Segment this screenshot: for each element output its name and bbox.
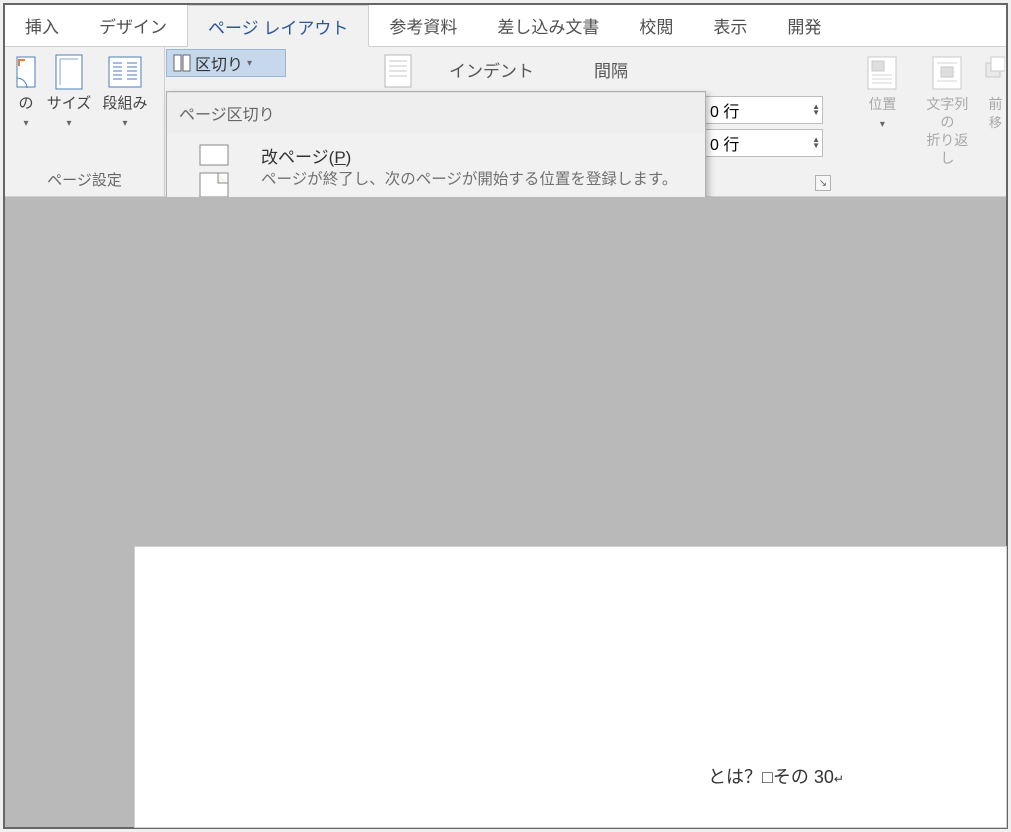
spacing-before-value: 0 行 <box>710 98 739 122</box>
tab-insert[interactable]: 挿入 <box>5 5 79 46</box>
page-break-title: 改ページ(P) <box>261 143 693 168</box>
page-setup-group: の▾ サイズ▾ 段組み▾ ページ設定 <box>5 47 165 196</box>
chevron-down-icon: ▾ <box>122 118 127 129</box>
wrap-text-icon <box>920 51 975 95</box>
ribbon-tabs: 挿入 デザイン ページ レイアウト 参考資料 差し込み文書 校閲 表示 開発 <box>5 5 1006 47</box>
tab-page-layout[interactable]: ページ レイアウト <box>187 5 369 47</box>
indent-label: インデント <box>449 57 534 82</box>
breaks-button[interactable]: 区切り ▾ <box>166 49 286 77</box>
wrap-text-label: 文字列の 折り返し <box>926 96 968 166</box>
page-setup-group-label: ページ設定 <box>11 167 158 194</box>
arrange-group: 位置 ▾ 文字列の 折り返し 前移 <box>855 51 1006 167</box>
orientation-button[interactable]: の▾ <box>11 51 41 133</box>
tab-view[interactable]: 表示 <box>693 5 767 46</box>
breaks-label: 区切り <box>195 51 243 75</box>
ribbon: の▾ サイズ▾ 段組み▾ ページ設定 <box>5 47 1006 197</box>
paragraph-dialog-launcher[interactable]: ↘ <box>815 175 831 191</box>
tab-developer[interactable]: 開発 <box>767 5 841 46</box>
tab-mailings[interactable]: 差し込み文書 <box>477 5 619 46</box>
spacing-before-input[interactable]: 0 行 ▲▼ <box>703 96 823 124</box>
bring-front-label: 前 <box>988 96 1002 112</box>
chevron-down-icon: ▾ <box>247 58 252 69</box>
page-icon-gray <box>381 53 417 89</box>
spinner-arrows-icon[interactable]: ▲▼ <box>812 104 820 116</box>
partial-label: 移 <box>989 115 1002 130</box>
page-breaks-section-header: ページ区切り <box>167 92 705 133</box>
spacing-after-input[interactable]: 0 行 ▲▼ <box>703 129 823 157</box>
columns-icon <box>97 51 153 95</box>
columns-label: 段組み <box>102 95 147 112</box>
document-background <box>5 197 1006 827</box>
wrap-text-button[interactable]: 文字列の 折り返し <box>920 51 975 167</box>
position-button[interactable]: 位置 ▾ <box>855 51 910 167</box>
breaks-icon <box>173 54 191 72</box>
position-label: 位置 <box>868 96 896 112</box>
spinner-arrows-icon[interactable]: ▲▼ <box>812 137 820 149</box>
orientation-label: の <box>18 95 33 112</box>
bring-front-button[interactable]: 前移 <box>985 51 1006 167</box>
page-break-desc: ページが終了し、次のページが開始する位置を登録します。 <box>261 170 693 190</box>
tab-references[interactable]: 参考資料 <box>369 5 477 46</box>
spacing-after-value: 0 行 <box>710 131 739 155</box>
tab-review[interactable]: 校閲 <box>619 5 693 46</box>
size-label: サイズ <box>47 95 92 112</box>
spacing-label: 間隔 <box>594 57 628 82</box>
page-break-icon <box>185 143 243 199</box>
spacing-spinners: 0 行 ▲▼ 0 行 ▲▼ <box>703 91 823 162</box>
columns-button[interactable]: 段組み ▾ <box>97 51 153 133</box>
document-body-text[interactable]: とは？□その 30↵ <box>708 763 844 789</box>
document-page[interactable] <box>135 547 1006 827</box>
tab-design[interactable]: デザイン <box>79 5 187 46</box>
size-icon <box>41 51 97 95</box>
bring-front-icon <box>985 51 1006 95</box>
chevron-down-icon: ▾ <box>880 119 885 130</box>
size-button[interactable]: サイズ ▾ <box>41 51 97 133</box>
orientation-icon <box>11 51 41 95</box>
position-icon <box>855 51 910 95</box>
chevron-down-icon: ▾ <box>66 118 71 129</box>
chevron-down-icon: ▾ <box>23 118 28 129</box>
